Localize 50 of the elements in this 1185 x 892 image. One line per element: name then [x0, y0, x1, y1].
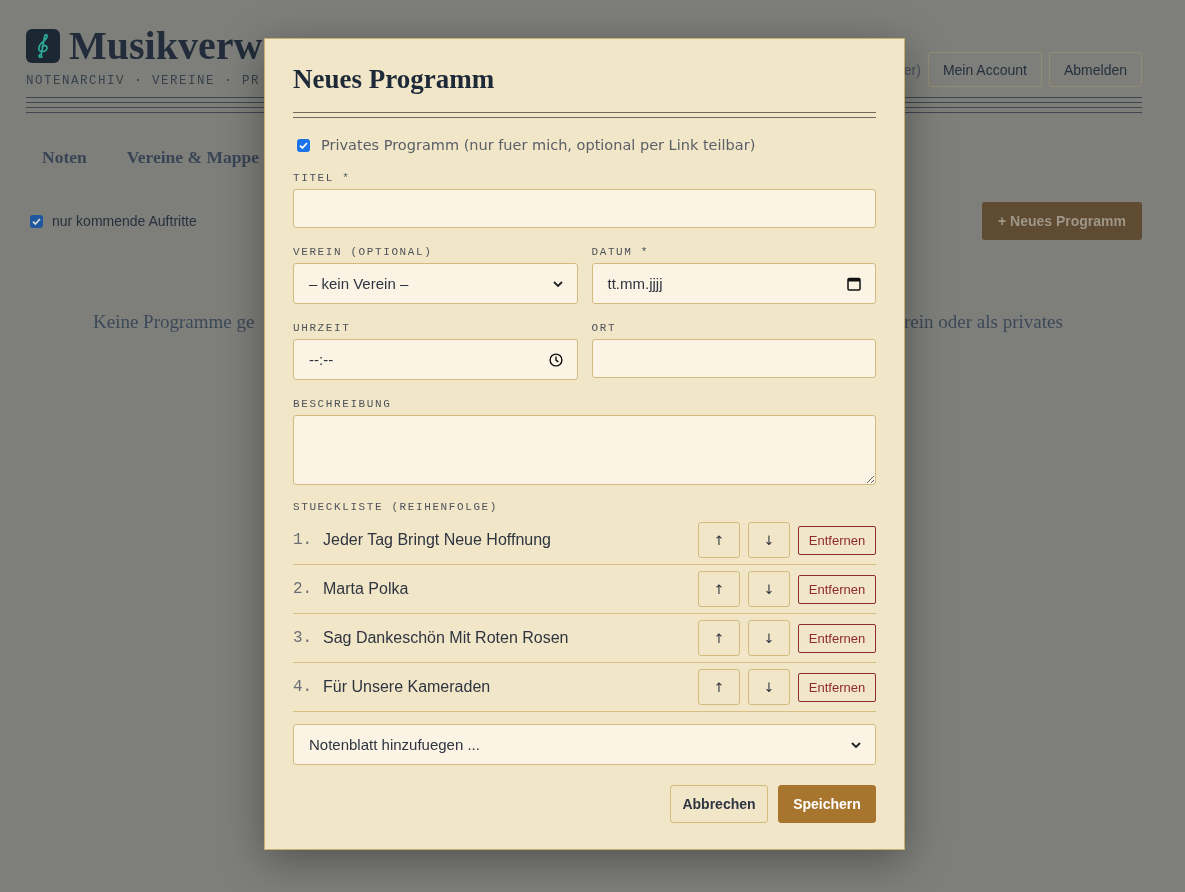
remove-button[interactable]: Entfernen	[798, 525, 876, 555]
move-down-button[interactable]: ↓	[748, 669, 790, 705]
date-input[interactable]: tt.mm.jjjj	[591, 263, 876, 304]
empty-message: rein oder als privates	[904, 310, 1063, 334]
checkbox[interactable]	[30, 214, 43, 228]
move-down-button[interactable]: ↓	[748, 522, 790, 558]
dropdown[interactable]: – kein Verein –	[293, 263, 578, 304]
empty-message: Keine Programme ge	[93, 310, 255, 334]
section-label: STUECKLISTE (REIHENFOLGE)	[293, 500, 500, 514]
field-label: VEREIN (OPTIONAL)	[293, 245, 433, 259]
field-label: UHRZEIT	[293, 321, 351, 335]
move-up-button[interactable]: ↑	[698, 669, 740, 705]
list-number: 4.	[293, 678, 314, 696]
list-number: 1.	[293, 531, 314, 549]
checkbox-label: Privates Programm (nur fuer mich, optional per Link teilbar)	[321, 137, 756, 153]
move-down-button[interactable]: ↓	[748, 620, 790, 656]
piece-title: Marta Polka	[323, 580, 410, 598]
move-up-button[interactable]: ↑	[698, 522, 740, 558]
piece-title: Sag Dankeschön Mit Roten Rosen	[323, 629, 570, 647]
field-label: BESCHREIBUNG	[293, 397, 392, 411]
chevron-down-icon	[552, 280, 563, 287]
list-number: 2.	[293, 580, 314, 598]
piece-title: Jeder Tag Bringt Neue Hoffnung	[323, 531, 552, 549]
calendar-icon	[847, 276, 861, 291]
move-up-button[interactable]: ↑	[698, 620, 740, 656]
checkbox[interactable]	[297, 138, 310, 152]
clock-icon	[548, 352, 563, 367]
dropdown[interactable]: Notenblatt hinzufuegen ...	[293, 724, 876, 765]
remove-button[interactable]: Entfernen	[798, 623, 876, 653]
field-label: TITEL *	[293, 171, 351, 185]
cancel-button[interactable]: Abbrechen	[670, 785, 768, 823]
piece-title: Für Unsere Kameraden	[323, 678, 492, 696]
move-down-button[interactable]: ↓	[748, 571, 790, 607]
treble-clef-icon	[26, 29, 60, 63]
move-up-button[interactable]: ↑	[698, 571, 740, 607]
app-subtitle: NOTENARCHIV · VEREINE · PR	[26, 73, 261, 89]
app-title: Musikverw	[69, 26, 263, 66]
chevron-down-icon	[851, 741, 861, 748]
field-label: ORT	[591, 321, 617, 335]
text-area[interactable]	[293, 415, 876, 485]
text-input[interactable]	[293, 189, 876, 228]
text-input[interactable]	[591, 339, 876, 378]
remove-button[interactable]: Entfernen	[798, 672, 876, 702]
time-input[interactable]: --:--	[293, 339, 578, 380]
list-number: 3.	[293, 629, 314, 647]
field-label: DATUM *	[591, 245, 649, 259]
checkbox-label: nur kommende Auftritte	[52, 213, 197, 229]
save-button[interactable]: Speichern	[778, 785, 876, 823]
remove-button[interactable]: Entfernen	[798, 574, 876, 604]
dialog-title: Neues Programm	[293, 63, 496, 95]
